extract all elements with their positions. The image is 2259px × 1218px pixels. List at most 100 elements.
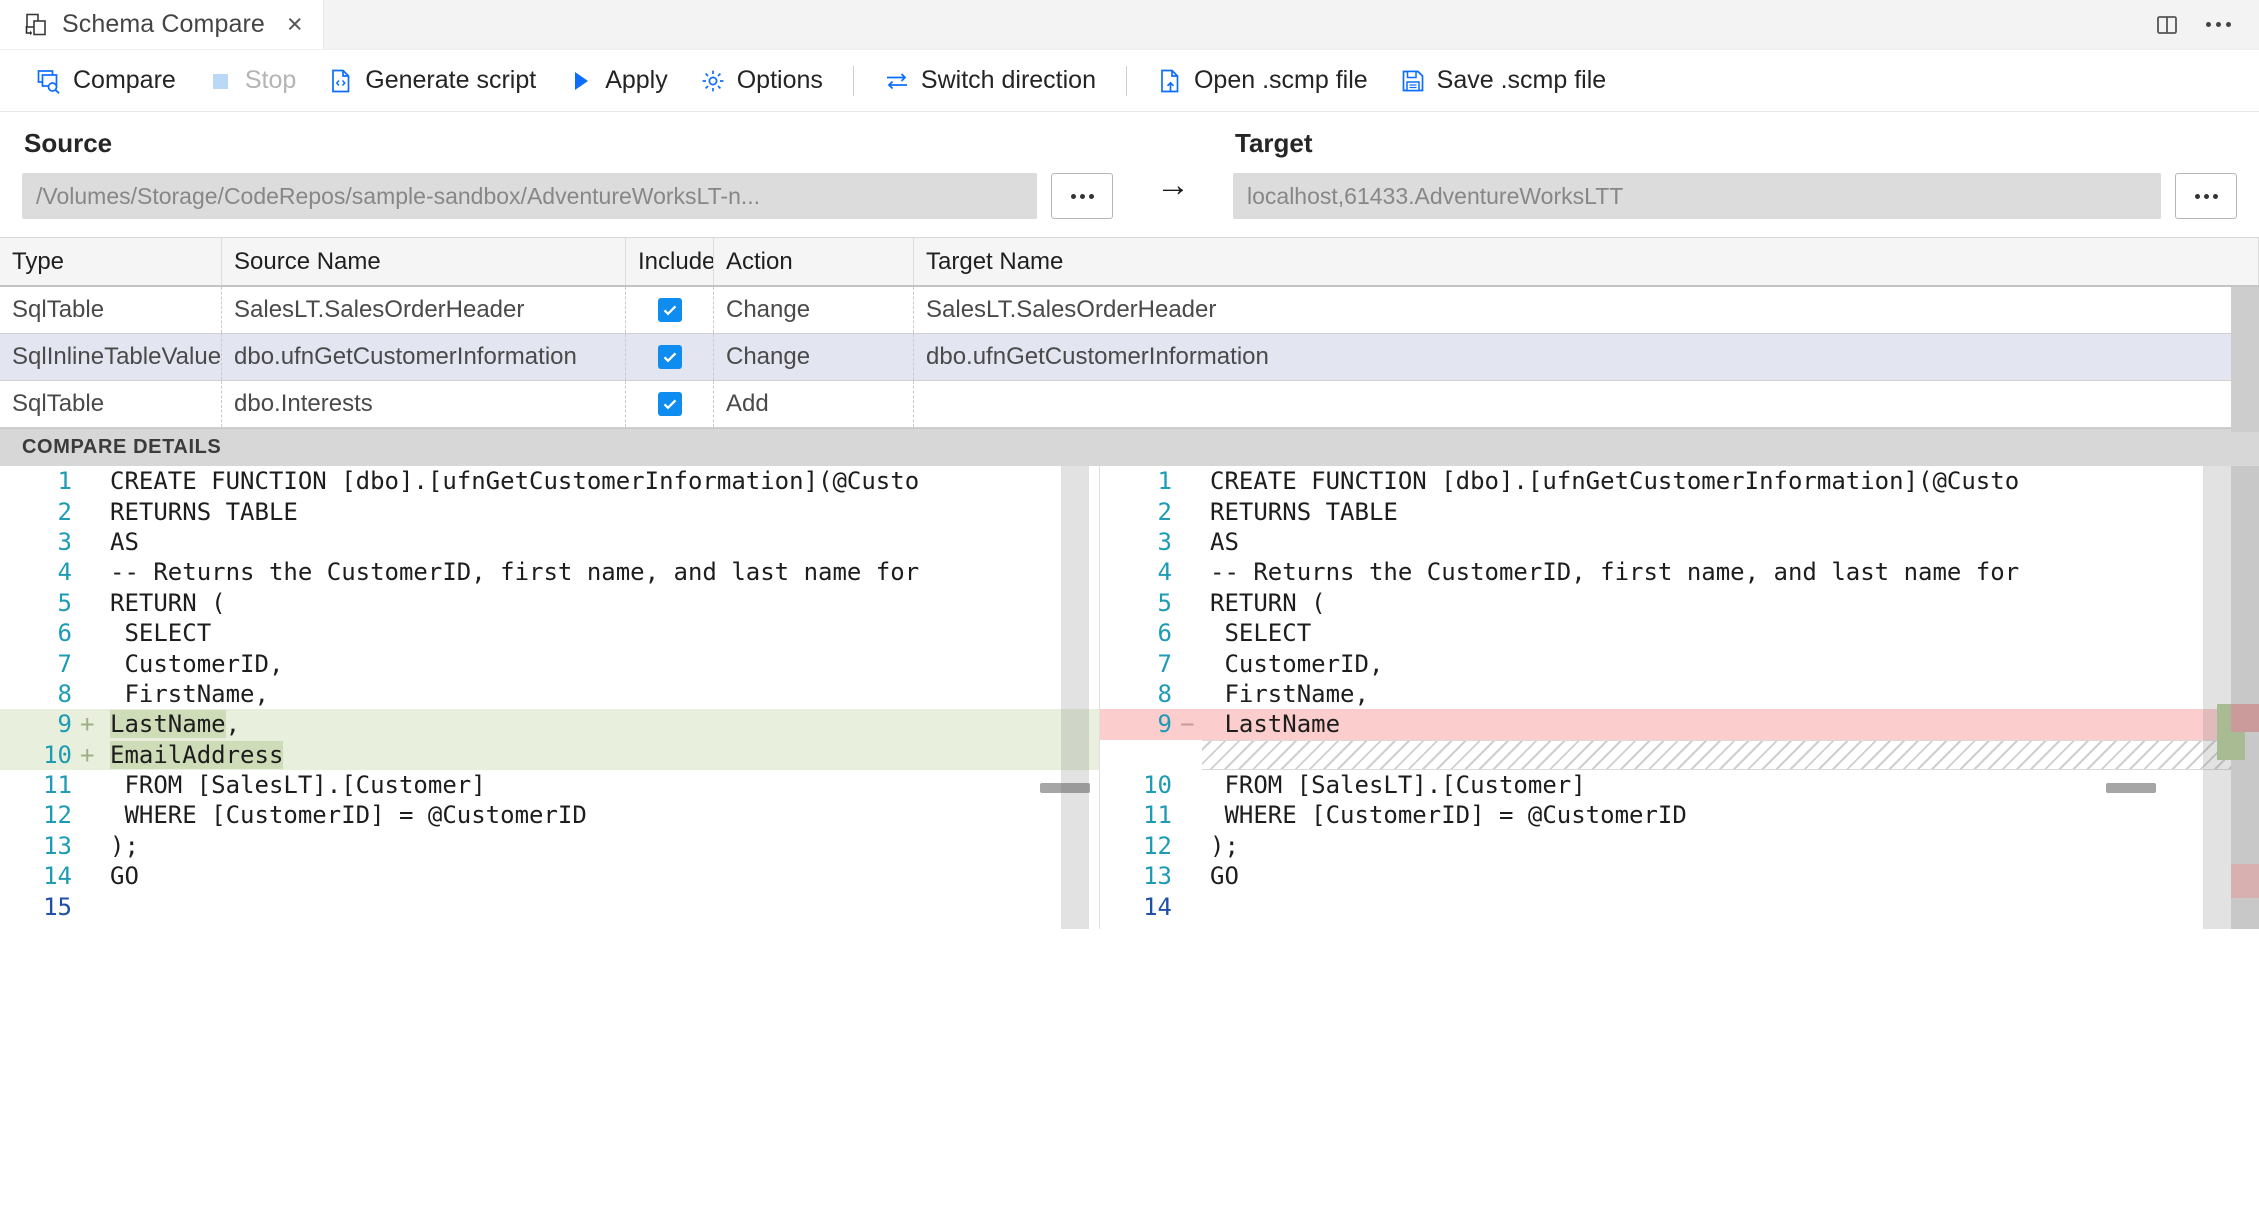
column-header-source-name[interactable]: Source Name: [222, 238, 626, 285]
line-number: 5: [1157, 588, 1172, 617]
source-label: Source: [24, 128, 113, 158]
split-editor-icon[interactable]: [2154, 12, 2180, 38]
code-line: 11 WHERE [CustomerID] = @CustomerID: [1100, 800, 2259, 830]
target-label: Target: [1235, 128, 1313, 158]
code-text: SELECT: [110, 619, 212, 648]
options-label: Options: [736, 66, 823, 94]
code-text: CREATE FUNCTION [dbo].[ufnGetCustomerInf…: [110, 467, 920, 496]
more-actions-icon[interactable]: [2206, 22, 2231, 27]
save-file-icon: [1400, 68, 1426, 94]
open-scmp-file-label: Open .scmp file: [1193, 66, 1368, 94]
open-scmp-file-button[interactable]: Open .scmp file: [1141, 60, 1384, 101]
code-text: GO: [110, 862, 139, 891]
code-line: 2 RETURNS TABLE: [1100, 496, 2259, 526]
include-checkbox[interactable]: [657, 298, 682, 322]
editor-tab-bar: Schema Compare ×: [0, 0, 2259, 50]
cell-include: [626, 381, 714, 427]
line-number: 12: [1143, 831, 1172, 860]
diff-sign-plus: +: [80, 740, 95, 769]
stop-label: Stop: [244, 66, 297, 94]
table-row[interactable]: SqlTable SalesLT.SalesOrderHeader Change…: [0, 287, 2259, 334]
grid-header-row: Type Source Name Include Action Target N…: [0, 237, 2259, 287]
target-pane-horizontal-scrollbar[interactable]: [2106, 783, 2156, 793]
code-text: FROM [SalesLT].[Customer]: [110, 771, 486, 800]
code-line-current: 14: [1100, 891, 2259, 921]
comparison-grid: Type Source Name Include Action Target N…: [0, 237, 2259, 432]
target-input[interactable]: [1233, 173, 2161, 219]
column-header-target-name[interactable]: Target Name: [914, 238, 2259, 285]
include-checkbox[interactable]: [657, 345, 682, 369]
apply-button[interactable]: Apply: [552, 60, 684, 101]
switch-direction-icon: [884, 68, 910, 94]
save-scmp-file-button[interactable]: Save .scmp file: [1384, 60, 1623, 101]
column-header-type[interactable]: Type: [0, 238, 222, 285]
diff-overview-ruler[interactable]: [2217, 466, 2259, 929]
code-text: -- Returns the CustomerID, first name, a…: [1210, 558, 2020, 587]
column-header-action[interactable]: Action: [714, 238, 914, 285]
line-number: 14: [1143, 892, 1172, 921]
code-line: 1 CREATE FUNCTION [dbo].[ufnGetCustomerI…: [0, 466, 1099, 496]
schema-compare-icon: [24, 12, 50, 38]
code-line: 11 FROM [SalesLT].[Customer]: [0, 770, 1099, 800]
target-pane-vertical-scrollbar[interactable]: [2203, 466, 2231, 929]
code-line: 5 RETURN (: [1100, 588, 2259, 618]
target-browse-button[interactable]: [2175, 173, 2237, 219]
code-line: 8 FirstName,: [0, 679, 1099, 709]
code-text: );: [1210, 831, 1239, 860]
code-text: RETURN (: [110, 588, 226, 617]
compare-details-header: COMPARE DETAILS: [0, 428, 2259, 466]
code-text: EmailAddress: [102, 740, 284, 769]
options-button[interactable]: Options: [684, 60, 839, 101]
tab-schema-compare[interactable]: Schema Compare ×: [0, 0, 324, 49]
code-text: WHERE [CustomerID] = @CustomerID: [1210, 801, 1687, 830]
generate-script-button[interactable]: Generate script: [312, 60, 552, 101]
grid-vertical-scrollbar[interactable]: [2231, 287, 2259, 432]
line-number: 8: [57, 679, 72, 708]
table-row[interactable]: SqlTable dbo.Interests Add: [0, 381, 2259, 428]
line-number: 5: [57, 588, 72, 617]
code-line: 3 AS: [1100, 527, 2259, 557]
source-browse-button[interactable]: [1051, 173, 1113, 219]
code-text: SELECT: [1210, 619, 1312, 648]
close-icon[interactable]: ×: [287, 11, 303, 38]
line-number: 10: [43, 740, 72, 769]
line-number: 2: [57, 497, 72, 526]
target-row: [1233, 173, 2237, 219]
source-pane-vertical-scrollbar[interactable]: [1061, 466, 1089, 929]
open-file-icon: [1157, 68, 1183, 94]
inline-change: EmailAddress: [110, 740, 284, 769]
code-line: 1 CREATE FUNCTION [dbo].[ufnGetCustomerI…: [1100, 466, 2259, 496]
stop-button: Stop: [192, 60, 312, 101]
code-text: CustomerID,: [110, 649, 284, 678]
generate-script-icon: [328, 68, 354, 94]
diff-pane-target[interactable]: 1 CREATE FUNCTION [dbo].[ufnGetCustomerI…: [1100, 466, 2259, 929]
code-line: 12 );: [1100, 831, 2259, 861]
line-number: 7: [1157, 649, 1172, 678]
compare-icon: [36, 68, 62, 94]
code-text: );: [110, 831, 139, 860]
line-number: 3: [57, 527, 72, 556]
compare-details-title: COMPARE DETAILS: [22, 436, 222, 458]
source-input[interactable]: [22, 173, 1037, 219]
source-pane-horizontal-scrollbar[interactable]: [1040, 783, 1090, 793]
line-number: 14: [43, 862, 72, 891]
code-text: FirstName,: [110, 679, 269, 708]
code-text: WHERE [CustomerID] = @CustomerID: [110, 801, 587, 830]
code-line: 12 WHERE [CustomerID] = @CustomerID: [0, 800, 1099, 830]
line-number: 11: [43, 771, 72, 800]
table-row[interactable]: SqlInlineTableValuedFu... dbo.ufnGetCust…: [0, 334, 2259, 381]
code-text: RETURNS TABLE: [1210, 497, 1398, 526]
code-text: FROM [SalesLT].[Customer]: [1210, 771, 1586, 800]
direction-arrow-icon: →: [1156, 166, 1190, 204]
switch-direction-button[interactable]: Switch direction: [868, 60, 1112, 101]
compare-button[interactable]: Compare: [20, 60, 192, 101]
cell-action: Add: [714, 381, 914, 427]
code-line-deleted: 9 − LastName: [1100, 709, 2259, 740]
include-checkbox[interactable]: [657, 392, 682, 416]
diff-pane-source[interactable]: 1 CREATE FUNCTION [dbo].[ufnGetCustomerI…: [0, 466, 1100, 929]
column-header-include[interactable]: Include: [626, 238, 714, 285]
cell-include: [626, 334, 714, 380]
diff-filler-region: [1202, 739, 2259, 770]
cell-action: Change: [714, 334, 914, 380]
line-number: 13: [43, 831, 72, 860]
